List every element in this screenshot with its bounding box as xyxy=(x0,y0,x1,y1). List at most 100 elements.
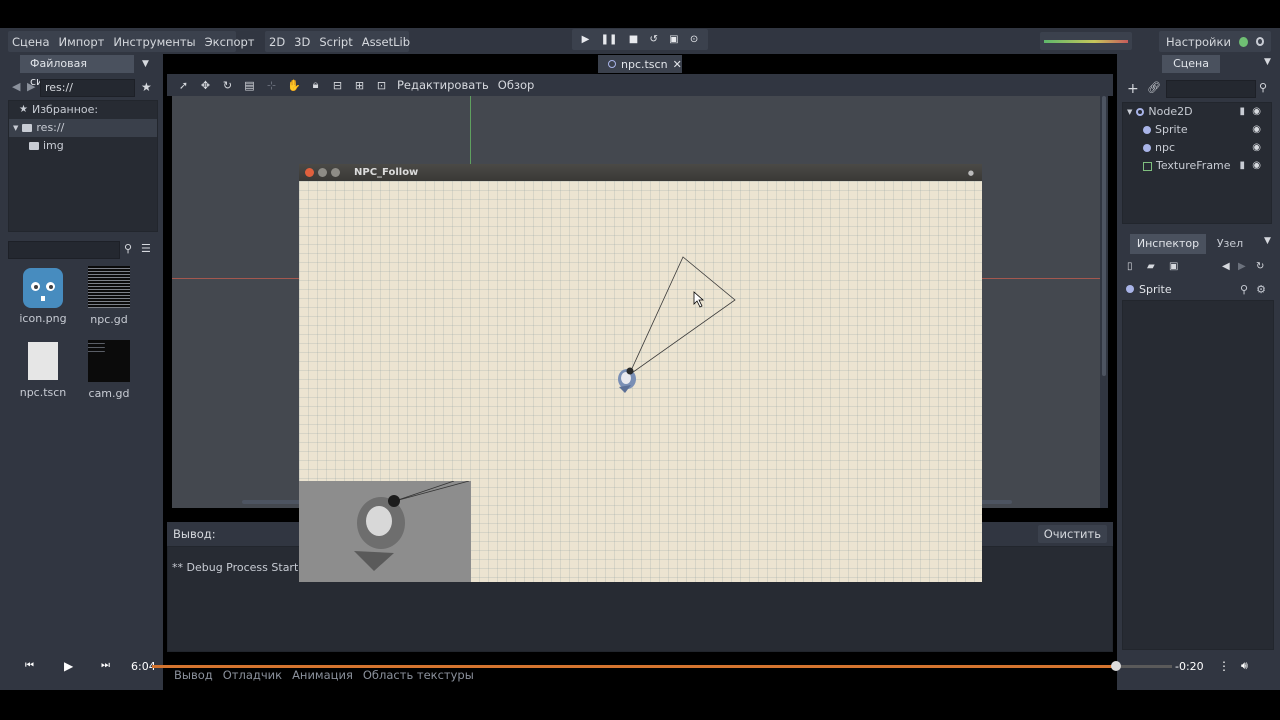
minimap-viewport xyxy=(299,480,471,582)
scene-node-textureframe[interactable]: TextureFrame ▮ ◉ xyxy=(1123,157,1271,175)
pivot-tool-icon[interactable]: ⊹ xyxy=(265,79,278,92)
workspace-assetlib[interactable]: AssetLib xyxy=(362,35,410,49)
file-tile-icon-png[interactable]: icon.png xyxy=(13,266,73,325)
script-icon[interactable]: ▮ xyxy=(1239,157,1245,175)
file-tile-cam-gd[interactable]: cam.gd xyxy=(79,340,139,400)
dock-menu-icon[interactable]: ▼ xyxy=(142,59,149,69)
tab-inspector[interactable]: Инспектор xyxy=(1130,234,1206,254)
menu-scene[interactable]: Сцена xyxy=(12,35,50,49)
gear-icon[interactable]: ⚙ xyxy=(1256,283,1266,296)
tab-debugger[interactable]: Отладчик xyxy=(223,668,282,686)
tab-texture-region[interactable]: Область текстуры xyxy=(363,668,474,686)
ungroup-icon[interactable]: ⊡ xyxy=(375,79,388,92)
pause-icon[interactable]: ❚❚ xyxy=(601,34,618,45)
dock-menu-icon[interactable]: ▼ xyxy=(1264,236,1271,246)
search-icon[interactable]: ⚲ xyxy=(1259,81,1267,94)
list-view-icon[interactable]: ☰ xyxy=(141,242,151,255)
workspace-2d[interactable]: 2D xyxy=(269,35,285,49)
tree-label: img xyxy=(43,139,64,152)
history-back-icon[interactable]: ◀ xyxy=(1222,261,1230,272)
unlock-icon[interactable]: ⊟ xyxy=(331,79,344,92)
window-minimize-icon[interactable] xyxy=(318,168,327,177)
scene-node-npc[interactable]: npc ◉ xyxy=(1123,139,1271,157)
mouse-cursor-icon xyxy=(693,291,705,308)
window-menu-icon[interactable]: ● xyxy=(968,169,974,177)
file-search-input[interactable] xyxy=(8,241,120,259)
scene-node-node2d[interactable]: ▼ Node2D ▮ ◉ xyxy=(1123,103,1271,121)
lock-icon[interactable]: 🔒︎ xyxy=(309,78,322,92)
list-select-icon[interactable]: ▤ xyxy=(243,79,256,92)
scene-tree: ▼ Node2D ▮ ◉ Sprite ◉ npc ◉ TextureFrame… xyxy=(1122,102,1272,224)
skip-back-icon[interactable]: ⏮ xyxy=(25,660,34,671)
node-filter-input[interactable] xyxy=(1166,80,1256,98)
menu-export[interactable]: Экспорт xyxy=(205,35,255,49)
tab-node[interactable]: Узел xyxy=(1212,234,1248,254)
tab-filesystem[interactable]: Файловая система xyxy=(20,55,134,88)
tree-row-res[interactable]: ▼ res:// xyxy=(9,119,157,137)
video-progress-knob[interactable] xyxy=(1110,661,1121,671)
stop-icon[interactable]: ■ xyxy=(629,34,638,45)
move-tool-icon[interactable]: ✥ xyxy=(199,79,212,92)
back-icon[interactable]: ◀ xyxy=(12,80,20,93)
viewport-vscrollbar[interactable] xyxy=(1100,96,1108,508)
group-icon[interactable]: ⊞ xyxy=(353,79,366,92)
settings-button[interactable]: Настройки xyxy=(1159,31,1271,52)
forward-icon[interactable]: ▶ xyxy=(27,80,35,93)
file-tile-npc-gd[interactable]: npc.gd xyxy=(79,266,139,326)
workspace-script[interactable]: Script xyxy=(319,35,352,49)
visibility-eye-icon[interactable]: ◉ xyxy=(1252,103,1261,121)
filesystem-tree: ★ Избранное: ▼ res:// img xyxy=(8,100,158,232)
rotate-tool-icon[interactable]: ↻ xyxy=(221,79,234,92)
menu-tools[interactable]: Инструменты xyxy=(113,35,195,49)
inspector-object[interactable]: Sprite ⚲ ⚙ xyxy=(1122,279,1274,299)
tree-row-img[interactable]: img xyxy=(9,137,157,155)
window-close-icon[interactable] xyxy=(305,168,314,177)
video-progress-bar[interactable] xyxy=(152,661,1172,671)
link-icon[interactable]: 🔗︎ xyxy=(1147,81,1161,94)
path-field[interactable]: res:// xyxy=(40,79,135,97)
new-resource-icon[interactable]: ▯ xyxy=(1127,261,1133,272)
select-tool-icon[interactable]: ➚ xyxy=(177,79,190,92)
pan-tool-icon[interactable]: ✋ xyxy=(287,79,301,92)
inspector-object-name: Sprite xyxy=(1139,282,1172,296)
search-icon[interactable]: ⚲ xyxy=(1240,283,1248,296)
menu-import[interactable]: Импорт xyxy=(59,35,105,49)
play-scene-icon[interactable]: ▣ xyxy=(669,34,678,45)
close-tab-icon[interactable]: ✕ xyxy=(673,58,682,71)
dock-menu-icon[interactable]: ▼ xyxy=(1264,57,1271,67)
output-title: Вывод: xyxy=(173,527,216,541)
workspace-3d[interactable]: 3D xyxy=(294,35,310,49)
restart-icon[interactable]: ↺ xyxy=(649,34,657,45)
video-remaining-time: -0:20 xyxy=(1175,660,1204,673)
tree-row-favorites[interactable]: ★ Избранное: xyxy=(9,101,157,119)
visibility-eye-icon[interactable]: ◉ xyxy=(1252,121,1261,139)
file-tile-npc-tscn[interactable]: npc.tscn xyxy=(13,340,73,399)
tab-output[interactable]: Вывод xyxy=(174,668,213,686)
favorite-star-icon[interactable]: ★ xyxy=(141,80,152,94)
tab-scene[interactable]: Сцена xyxy=(1162,55,1220,73)
tab-animation[interactable]: Анимация xyxy=(292,668,353,686)
visibility-eye-icon[interactable]: ◉ xyxy=(1252,139,1261,157)
window-maximize-icon[interactable] xyxy=(331,168,340,177)
open-folder-icon[interactable]: ▰ xyxy=(1147,261,1155,272)
play-custom-icon[interactable]: ⊙ xyxy=(690,34,698,45)
search-icon[interactable]: ⚲ xyxy=(124,242,132,255)
visibility-eye-icon[interactable]: ◉ xyxy=(1252,157,1261,175)
save-icon[interactable]: ▣ xyxy=(1169,261,1178,272)
volume-icon[interactable]: 🔊︎ xyxy=(1241,659,1248,673)
node-label: npc xyxy=(1155,141,1176,154)
clear-button[interactable]: Очистить xyxy=(1037,525,1107,543)
tab-npc-tscn[interactable]: npc.tscn ✕ xyxy=(598,55,682,73)
script-icon[interactable]: ▮ xyxy=(1239,103,1245,121)
history-forward-icon[interactable]: ▶ xyxy=(1238,261,1246,272)
play-icon[interactable]: ▶ xyxy=(582,34,590,45)
skip-forward-icon[interactable]: ⏭ xyxy=(101,660,110,671)
add-node-icon[interactable]: + xyxy=(1127,81,1139,97)
edit-menu[interactable]: Редактировать xyxy=(397,78,489,92)
file-name: cam.gd xyxy=(88,387,130,400)
more-options-icon[interactable]: ⋮ xyxy=(1218,659,1230,673)
view-menu[interactable]: Обзор xyxy=(498,78,535,92)
video-play-icon[interactable]: ▶ xyxy=(64,659,73,673)
history-icon[interactable]: ↻ xyxy=(1256,261,1264,272)
scene-node-sprite[interactable]: Sprite ◉ xyxy=(1123,121,1271,139)
